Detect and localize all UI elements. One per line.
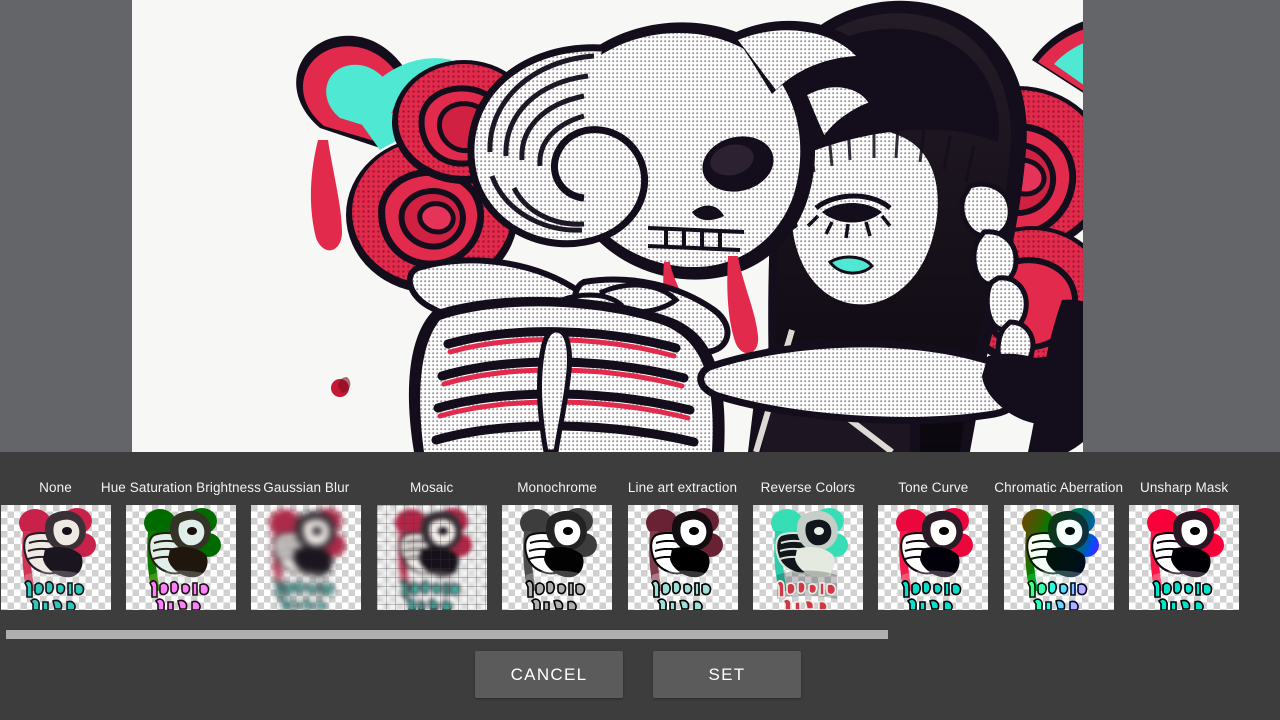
filter-item-label: Tone Curve [898, 480, 969, 495]
image-preview-sheet[interactable] [132, 0, 1083, 452]
filter-item-mosaic[interactable]: Mosaic [369, 452, 494, 624]
filter-picker-screen: None Hue Saturation Brightness Gaussian … [0, 0, 1280, 720]
dialog-actions: CANCEL SET [0, 651, 1280, 720]
filter-item-label: None [39, 480, 72, 495]
thumb-tone-curve[interactable] [878, 505, 989, 610]
thumb-unsharp-mask[interactable] [1129, 505, 1240, 610]
thumb-gaussian-blur[interactable] [251, 505, 362, 610]
artwork-illustration [132, 0, 1083, 452]
filter-track: None Hue Saturation Brightness Gaussian … [0, 452, 1257, 624]
scrollbar-thumb[interactable] [6, 630, 888, 639]
filter-item-label: Chromatic Aberration [994, 480, 1124, 495]
filter-item-label: Unsharp Mask [1139, 480, 1229, 495]
thumb-mosaic[interactable] [376, 505, 487, 610]
filter-item-label: Gaussian Blur [263, 480, 350, 495]
filter-item-label: Monochrome [517, 480, 597, 495]
filter-item-line-art-extraction[interactable]: Line art extraction [620, 452, 745, 624]
filter-strip[interactable]: None Hue Saturation Brightness Gaussian … [0, 452, 1280, 624]
thumb-none[interactable] [0, 505, 111, 610]
filter-panel: None Hue Saturation Brightness Gaussian … [0, 452, 1280, 720]
filter-item-gaussian-blur[interactable]: Gaussian Blur [244, 452, 369, 624]
thumb-hue-saturation-brightness[interactable] [125, 505, 236, 610]
filter-item-label: Line art extraction [627, 480, 738, 495]
filter-strip-scrollbar[interactable] [0, 626, 1280, 642]
filter-item-reverse-colors[interactable]: Reverse Colors [745, 452, 870, 624]
thumb-monochrome[interactable] [502, 505, 613, 610]
set-button[interactable]: SET [653, 651, 801, 698]
filter-item-label: Hue Saturation Brightness [100, 480, 261, 495]
filter-item-hue-saturation-brightness[interactable]: Hue Saturation Brightness [101, 452, 261, 624]
filter-item-monochrome[interactable]: Monochrome [495, 452, 620, 624]
thumb-reverse-colors[interactable] [752, 505, 863, 610]
filter-item-none[interactable]: None [0, 452, 118, 624]
filter-item-chromatic-aberration[interactable]: Chromatic Aberration [994, 452, 1124, 624]
filter-item-label: Mosaic [410, 480, 454, 495]
thumb-line-art-extraction[interactable] [627, 505, 738, 610]
preview-canvas-area [0, 0, 1280, 452]
cancel-button[interactable]: CANCEL [475, 651, 623, 698]
filter-item-tone-curve[interactable]: Tone Curve [871, 452, 996, 624]
filter-item-label: Reverse Colors [760, 480, 856, 495]
thumb-chromatic-aberration[interactable] [1003, 505, 1114, 610]
filter-item-unsharp-mask[interactable]: Unsharp Mask [1122, 452, 1247, 624]
